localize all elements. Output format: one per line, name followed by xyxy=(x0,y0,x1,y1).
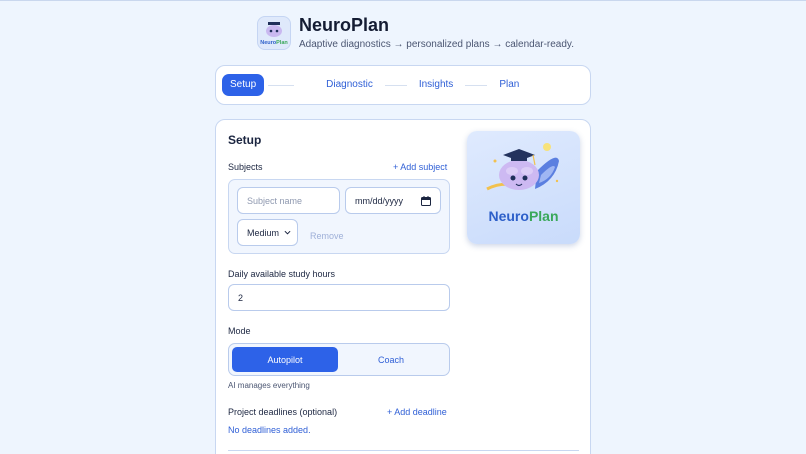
step-connector xyxy=(384,84,407,86)
study-hours-input[interactable]: 2 xyxy=(228,284,450,311)
mode-hint: AI manages everything xyxy=(228,381,310,390)
calendar-icon[interactable] xyxy=(421,195,431,206)
date-placeholder: mm/dd/yyyy xyxy=(355,195,404,206)
section-divider xyxy=(228,450,579,451)
step-connector xyxy=(465,84,488,86)
svg-text:NeuroPlan: NeuroPlan xyxy=(260,40,288,46)
brand-part-plan: Plan xyxy=(528,208,559,224)
progress-stepper: Setup Diagnostic Insights Plan xyxy=(215,65,591,105)
step-setup[interactable]: Setup xyxy=(222,74,265,96)
brand-part-neuro: Neuro xyxy=(488,208,529,224)
step-plan[interactable]: Plan xyxy=(491,74,527,96)
chevron-down-icon xyxy=(284,230,291,235)
add-deadline-button[interactable]: + Add deadline xyxy=(387,407,447,417)
subject-entry: Subject name mm/dd/yyyy Medium Remove xyxy=(228,179,450,254)
mode-toggle: Autopilot Coach xyxy=(228,343,450,376)
subjects-label: Subjects xyxy=(228,162,263,172)
mode-autopilot-button[interactable]: Autopilot xyxy=(232,347,338,372)
mascot-brand-text: NeuroPlan xyxy=(467,208,580,224)
remove-subject-button[interactable]: Remove xyxy=(310,231,344,241)
hours-label: Daily available study hours xyxy=(228,269,336,279)
app-title: NeuroPlan xyxy=(299,15,390,35)
subject-name-input[interactable]: Subject name xyxy=(237,187,340,214)
mascot-illustration: NeuroPlan xyxy=(467,131,580,244)
setup-card: Setup Subjects + Add subject Subject nam… xyxy=(215,119,591,454)
step-insights[interactable]: Insights xyxy=(411,74,461,96)
study-hours-value: 2 xyxy=(238,292,244,303)
subject-name-placeholder: Subject name xyxy=(247,195,303,206)
mode-coach-button[interactable]: Coach xyxy=(338,347,444,372)
deadlines-label: Project deadlines (optional) xyxy=(228,407,338,417)
setup-title: Setup xyxy=(228,133,262,147)
app-header: NeuroPlan NeuroPlan Adaptive diagnostics… xyxy=(257,15,574,50)
difficulty-value: Medium xyxy=(247,227,280,238)
mode-label: Mode xyxy=(228,326,251,336)
deadline-date-input[interactable]: mm/dd/yyyy xyxy=(345,187,441,214)
brain-rocket-icon xyxy=(486,143,559,191)
difficulty-select[interactable]: Medium xyxy=(237,219,298,246)
app-logo: NeuroPlan xyxy=(257,15,291,50)
add-subject-button[interactable]: + Add subject xyxy=(393,162,447,172)
step-connector xyxy=(268,84,295,86)
no-deadlines-text: No deadlines added. xyxy=(228,425,311,435)
step-diagnostic[interactable]: Diagnostic xyxy=(318,74,381,96)
brain-mascot-icon: NeuroPlan xyxy=(260,21,288,46)
app-subtitle: Adaptive diagnostics → personalized plan… xyxy=(299,39,574,50)
